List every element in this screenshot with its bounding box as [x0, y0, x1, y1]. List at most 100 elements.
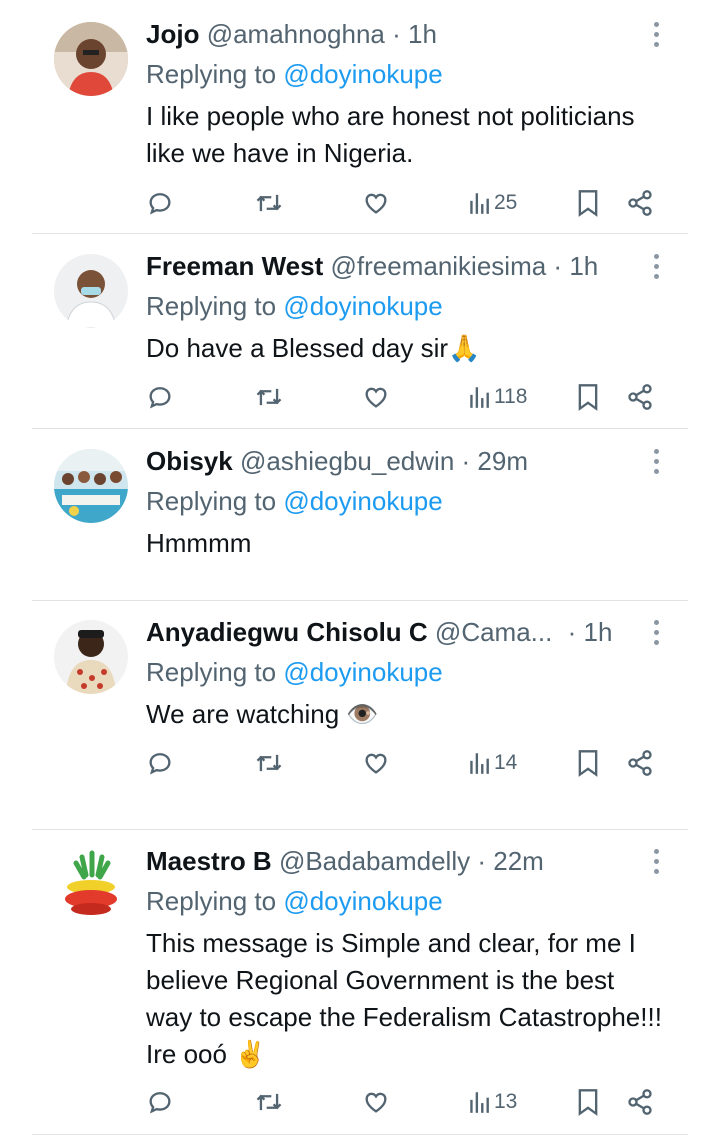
- bookmark-button[interactable]: [576, 743, 600, 783]
- bookmark-button[interactable]: [576, 377, 600, 417]
- tweet-text: We are watching 👁️: [146, 699, 379, 729]
- views-count: 13: [494, 1090, 518, 1113]
- tweet[interactable]: Freeman West @freemanikiesima · 1h Reply…: [0, 250, 720, 428]
- timestamp[interactable]: 1h: [569, 251, 598, 281]
- action-bar: 13: [146, 1082, 666, 1122]
- share-button[interactable]: [626, 183, 654, 223]
- retweet-icon: [254, 383, 284, 411]
- action-bar: 25: [146, 183, 666, 223]
- replying-handle[interactable]: @doyinokupe: [283, 59, 442, 89]
- user-handle[interactable]: @amahnoghna: [207, 19, 385, 49]
- views-button[interactable]: 13: [468, 1082, 517, 1122]
- display-name[interactable]: Freeman West: [146, 251, 323, 281]
- user-handle[interactable]: @Cama...: [435, 617, 552, 647]
- tweet[interactable]: Jojo @amahnoghna · 1h Replying to @doyin…: [0, 18, 720, 233]
- like-button[interactable]: [362, 377, 390, 417]
- reply-icon: [146, 749, 174, 777]
- like-button[interactable]: [362, 743, 390, 783]
- separator: ·: [477, 846, 487, 876]
- share-button[interactable]: [626, 377, 654, 417]
- replying-handle[interactable]: @doyinokupe: [283, 291, 442, 321]
- retweet-button[interactable]: [254, 1082, 284, 1122]
- avatar[interactable]: [54, 22, 128, 96]
- divider: [32, 829, 688, 830]
- action-bar: 118: [146, 377, 666, 417]
- views-button[interactable]: 25: [468, 183, 517, 223]
- replying-to: Replying to @doyinokupe: [146, 58, 443, 90]
- retweet-button[interactable]: [254, 743, 284, 783]
- share-button[interactable]: [626, 743, 654, 783]
- retweet-icon: [254, 1088, 284, 1116]
- bookmark-icon: [576, 189, 600, 217]
- more-options-icon[interactable]: [654, 22, 662, 52]
- avatar[interactable]: [54, 449, 128, 523]
- display-name[interactable]: Jojo: [146, 19, 199, 49]
- display-name[interactable]: Maestro B: [146, 846, 272, 876]
- tweet-text: I like people who are honest not politic…: [146, 101, 635, 168]
- separator: ·: [461, 446, 471, 476]
- like-icon: [362, 1088, 390, 1116]
- retweet-icon: [254, 749, 284, 777]
- reply-icon: [146, 1088, 174, 1116]
- replying-to: Replying to @doyinokupe: [146, 290, 443, 322]
- share-icon: [626, 383, 654, 411]
- timestamp[interactable]: 29m: [477, 446, 528, 476]
- display-name[interactable]: Anyadiegwu Chisolu C: [146, 617, 428, 647]
- more-options-icon[interactable]: [654, 449, 662, 479]
- views-count: 25: [494, 191, 518, 214]
- reply-button[interactable]: [146, 1082, 174, 1122]
- replying-label: Replying to: [146, 291, 277, 321]
- views-icon: [468, 190, 492, 216]
- more-options-icon[interactable]: [654, 849, 662, 879]
- reply-icon: [146, 189, 174, 217]
- tweet-text: This message is Simple and clear, for me…: [146, 928, 662, 1069]
- reply-button[interactable]: [146, 743, 174, 783]
- like-icon: [362, 749, 390, 777]
- user-handle[interactable]: @Badabamdelly: [279, 846, 470, 876]
- reply-icon: [146, 383, 174, 411]
- tweet[interactable]: Maestro B @Badabamdelly · 22m Replying t…: [0, 845, 720, 1130]
- like-icon: [362, 189, 390, 217]
- replying-handle[interactable]: @doyinokupe: [283, 486, 442, 516]
- display-name[interactable]: Obisyk: [146, 446, 233, 476]
- like-button[interactable]: [362, 1082, 390, 1122]
- action-bar: 14: [146, 743, 666, 783]
- like-button[interactable]: [362, 183, 390, 223]
- replying-handle[interactable]: @doyinokupe: [283, 886, 442, 916]
- replying-to: Replying to @doyinokupe: [146, 485, 443, 517]
- retweet-button[interactable]: [254, 183, 284, 223]
- more-options-icon[interactable]: [654, 254, 662, 284]
- avatar[interactable]: [54, 254, 128, 328]
- share-button[interactable]: [626, 1082, 654, 1122]
- bookmark-button[interactable]: [576, 183, 600, 223]
- tweet-text: Do have a Blessed day sir🙏: [146, 333, 481, 363]
- divider: [32, 233, 688, 234]
- reply-button[interactable]: [146, 183, 174, 223]
- replying-to: Replying to @doyinokupe: [146, 656, 443, 688]
- share-icon: [626, 1088, 654, 1116]
- timestamp[interactable]: 22m: [493, 846, 544, 876]
- avatar[interactable]: [54, 620, 128, 694]
- retweet-button[interactable]: [254, 377, 284, 417]
- share-icon: [626, 189, 654, 217]
- replying-label: Replying to: [146, 657, 277, 687]
- more-options-icon[interactable]: [654, 620, 662, 650]
- replying-label: Replying to: [146, 886, 277, 916]
- replying-handle[interactable]: @doyinokupe: [283, 657, 442, 687]
- reply-button[interactable]: [146, 377, 174, 417]
- user-handle[interactable]: @freemanikiesima: [331, 251, 547, 281]
- user-handle[interactable]: @ashiegbu_edwin: [240, 446, 454, 476]
- views-button[interactable]: 118: [468, 377, 527, 417]
- tweet-text: Hmmmm: [146, 528, 252, 558]
- bookmark-icon: [576, 383, 600, 411]
- tweet[interactable]: Anyadiegwu Chisolu C @Cama... · 1h Reply…: [0, 616, 720, 828]
- bookmark-button[interactable]: [576, 1082, 600, 1122]
- timestamp[interactable]: 1h: [408, 19, 437, 49]
- views-button[interactable]: 14: [468, 743, 517, 783]
- bookmark-icon: [576, 1088, 600, 1116]
- tweet[interactable]: Obisyk @ashiegbu_edwin · 29m Replying to…: [0, 445, 720, 600]
- timestamp[interactable]: 1h: [583, 617, 612, 647]
- divider: [32, 1134, 688, 1135]
- avatar[interactable]: [54, 849, 128, 923]
- divider: [32, 428, 688, 429]
